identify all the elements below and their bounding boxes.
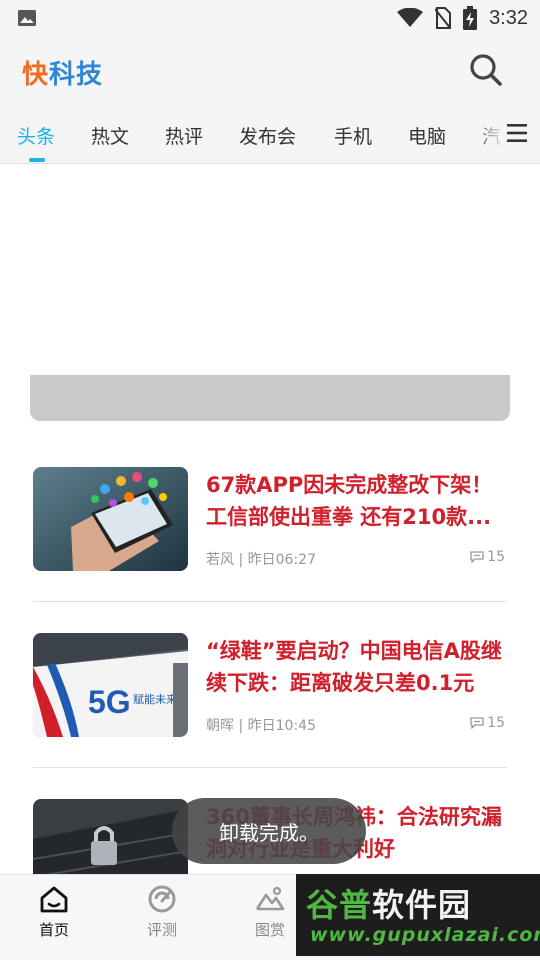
no-sim-icon (435, 7, 452, 29)
nav-review-label: 评测 (146, 921, 177, 939)
tab-headlines[interactable]: 头条 (17, 122, 55, 149)
article-meta: 若风 | 昨日06:27 (206, 552, 316, 568)
article-thumbnail-5g: 5G 赋能未来 (33, 633, 188, 737)
article-time: 昨日10:45 (247, 718, 316, 734)
comment-count: 15 (487, 715, 505, 731)
article-item[interactable]: 67款APP因未完成整改下架！工信部使出重拳 还有210款... 若风 | 昨日… (33, 467, 507, 571)
tab-hot-comments[interactable]: 热评 (165, 122, 203, 149)
image-notification-icon (18, 10, 36, 26)
gallery-icon (255, 886, 285, 911)
watermark-overlay: 谷普软件园 www.gupuxlazai.com (296, 874, 540, 956)
comment-icon (470, 551, 484, 563)
home-icon (40, 886, 68, 913)
list-divider (33, 767, 507, 768)
list-divider (33, 601, 507, 602)
search-icon[interactable] (468, 52, 504, 88)
battery-charging-icon (463, 6, 478, 30)
review-icon (148, 885, 176, 913)
watermark-title: 谷普软件园 (306, 886, 472, 924)
category-tabs: 头条 热文 热评 发布会 手机 电脑 汽 (0, 104, 540, 164)
article-title[interactable]: “绿鞋”要启动？中国电信A股继续下跌：距离破发只差0.1元 (206, 635, 511, 699)
nav-gallery-label: 图赏 (254, 921, 285, 939)
banner-placeholder[interactable] (30, 375, 510, 421)
nav-gallery[interactable]: 图赏 (235, 885, 305, 940)
svg-text:赋能未来: 赋能未来 (133, 692, 177, 706)
nav-home-label: 首页 (38, 921, 69, 939)
comment-count: 15 (487, 549, 505, 565)
nav-home[interactable]: 首页 (19, 885, 89, 940)
tab-fade-overlay (470, 104, 506, 162)
comment-icon (470, 717, 484, 729)
tab-active-indicator (29, 158, 45, 162)
status-bar: 3:32 (0, 0, 540, 36)
article-item[interactable]: 5G 赋能未来 “绿鞋”要启动？中国电信A股继续下跌：距离破发只差0.1元 朝晖… (33, 633, 507, 737)
svg-text:5G: 5G (88, 684, 131, 720)
app-logo: 快科技 (22, 60, 104, 90)
tab-phones[interactable]: 手机 (334, 122, 372, 149)
app-header: 快科技 (0, 36, 540, 104)
menu-icon[interactable] (506, 122, 528, 144)
nav-review[interactable]: 评测 (127, 885, 197, 940)
wifi-icon (397, 8, 424, 27)
toast-message: 卸载完成。 (172, 798, 366, 864)
watermark-url: www.gupuxlazai.com (310, 924, 540, 946)
article-thumbnail-phone-apps (33, 467, 188, 571)
tab-computers[interactable]: 电脑 (408, 122, 446, 149)
article-meta: 朝晖 | 昨日10:45 (206, 718, 316, 734)
article-comments: 15 (470, 549, 505, 565)
tab-hot-articles[interactable]: 热文 (91, 122, 129, 149)
article-comments: 15 (470, 715, 505, 731)
article-time: 昨日06:27 (247, 552, 316, 568)
status-time: 3:32 (489, 6, 528, 29)
article-title[interactable]: 67款APP因未完成整改下架！工信部使出重拳 还有210款... (206, 469, 511, 533)
article-author: 若风 (206, 552, 234, 568)
tab-launch-events[interactable]: 发布会 (239, 122, 296, 149)
article-author: 朝晖 (206, 718, 234, 734)
